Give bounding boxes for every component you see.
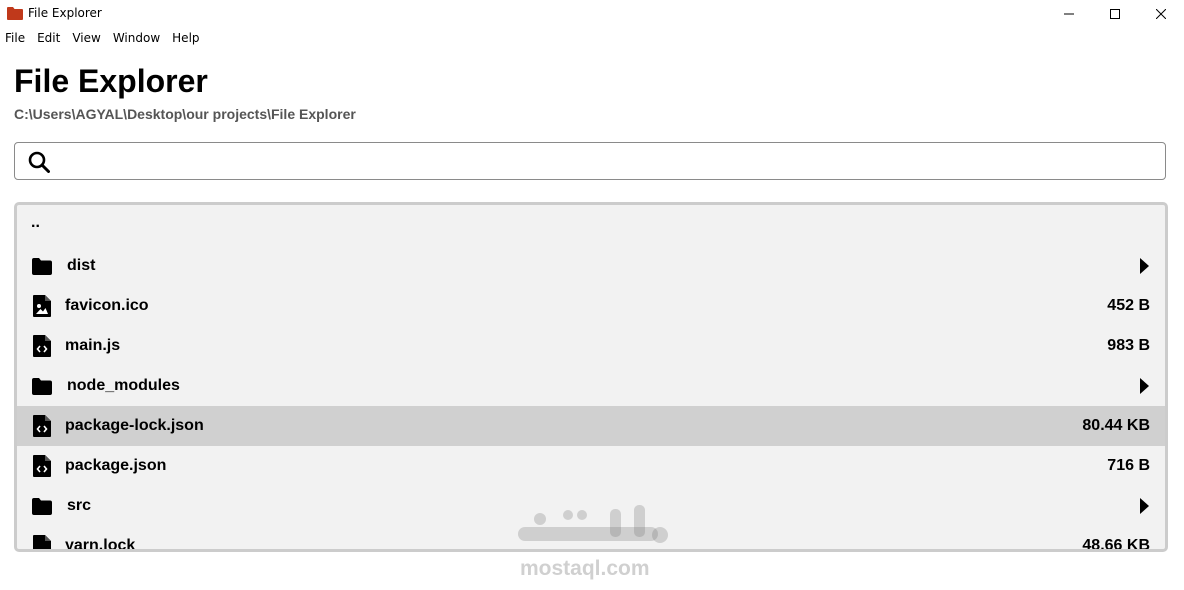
file-name: dist — [67, 257, 96, 274]
list-item-file[interactable]: main.js 983 B — [17, 326, 1165, 366]
watermark-text: mostaql.com — [520, 557, 650, 580]
file-name: src — [67, 497, 92, 514]
file-name: package.json — [65, 457, 167, 474]
title-bar: File Explorer — [0, 0, 1184, 28]
current-path: C:\Users\AGYAL\Desktop\our projects\File… — [14, 106, 356, 122]
window-title: File Explorer — [28, 6, 102, 20]
list-item-file[interactable]: favicon.ico 452 B — [17, 286, 1165, 326]
code-file-icon — [31, 335, 53, 357]
folder-icon — [31, 255, 53, 277]
file-size: 983 B — [1107, 337, 1150, 354]
code-file-icon — [31, 415, 53, 437]
file-size: 48.66 KB — [1082, 537, 1150, 552]
minimize-button[interactable] — [1046, 0, 1092, 28]
list-item-file[interactable]: yarn.lock 48.66 KB — [17, 526, 1165, 552]
maximize-icon — [1110, 9, 1120, 19]
file-name: .. — [31, 214, 40, 231]
menu-edit[interactable]: Edit — [31, 29, 66, 49]
menu-help[interactable]: Help — [166, 29, 205, 49]
search-input[interactable] — [63, 147, 1157, 177]
file-name: main.js — [65, 337, 121, 354]
folder-icon — [31, 375, 53, 397]
chevron-right-icon — [1140, 258, 1149, 274]
menu-bar: File Edit View Window Help — [0, 29, 206, 49]
list-item-parent-directory[interactable]: .. — [17, 206, 1165, 246]
folder-icon — [31, 495, 53, 517]
search-box[interactable] — [14, 142, 1166, 180]
file-list: .. dist favicon.ico 452 B main.js 983 B … — [14, 202, 1168, 552]
list-item-folder[interactable]: node_modules — [17, 366, 1165, 406]
file-icon — [31, 535, 53, 549]
file-size: 80.44 KB — [1082, 417, 1150, 434]
list-item-folder[interactable]: dist — [17, 246, 1165, 286]
menu-view[interactable]: View — [66, 29, 106, 49]
folder-app-icon — [7, 7, 23, 20]
menu-file[interactable]: File — [0, 29, 31, 49]
list-item-file-selected[interactable]: package-lock.json 80.44 KB — [17, 406, 1165, 446]
menu-window[interactable]: Window — [107, 29, 166, 49]
close-button[interactable] — [1138, 0, 1184, 28]
page-title: File Explorer — [14, 63, 208, 99]
file-name: node_modules — [67, 377, 180, 394]
close-icon — [1156, 9, 1166, 19]
file-size: 716 B — [1107, 457, 1150, 474]
file-name: package-lock.json — [65, 417, 204, 434]
chevron-right-icon — [1140, 498, 1149, 514]
list-item-folder[interactable]: src — [17, 486, 1165, 526]
code-file-icon — [31, 455, 53, 477]
file-name: yarn.lock — [65, 537, 136, 552]
file-name: favicon.ico — [65, 297, 149, 314]
chevron-right-icon — [1140, 378, 1149, 394]
minimize-icon — [1064, 13, 1074, 15]
image-file-icon — [31, 295, 53, 317]
search-icon — [28, 151, 50, 173]
maximize-button[interactable] — [1092, 0, 1138, 28]
list-item-file[interactable]: package.json 716 B — [17, 446, 1165, 486]
file-size: 452 B — [1107, 297, 1150, 314]
